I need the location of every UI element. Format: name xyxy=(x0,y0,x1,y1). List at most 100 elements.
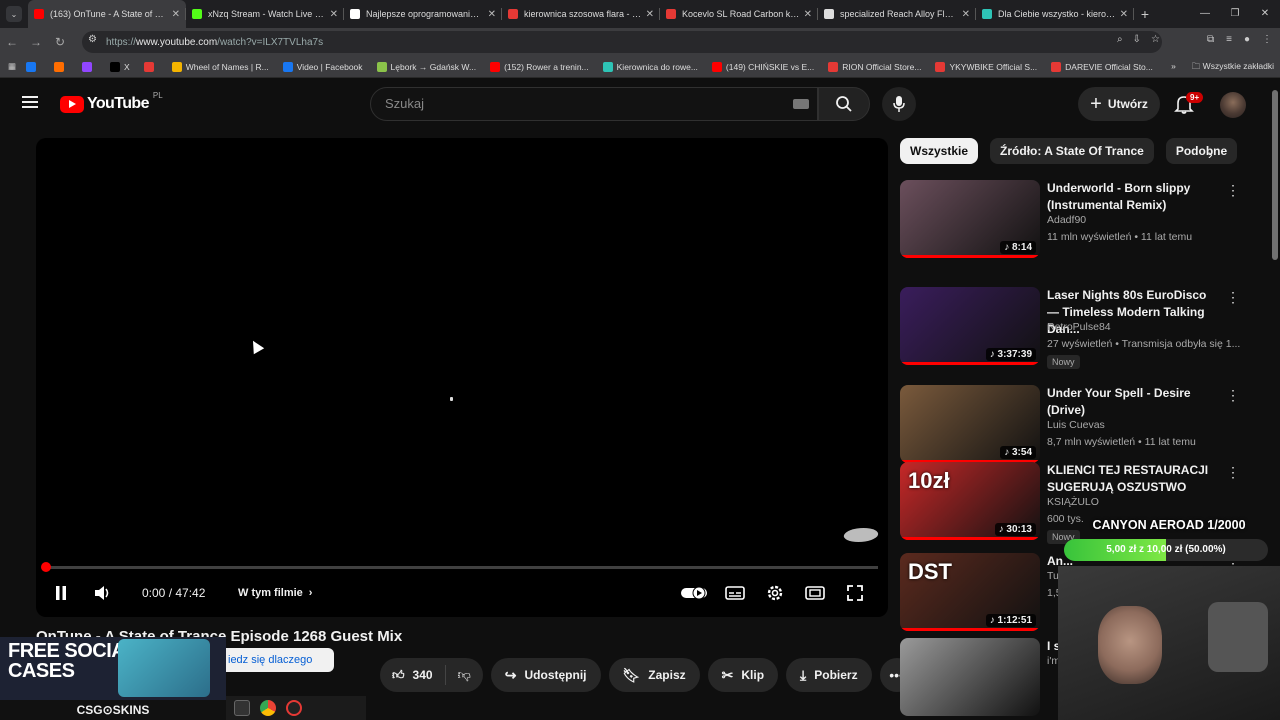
video-thumbnail[interactable]: DST ♪ 1:12:51 xyxy=(900,553,1040,631)
video-player[interactable]: 0:00 / 47:42 W tym filmie › xyxy=(36,138,888,617)
progress-scrubber[interactable] xyxy=(41,562,51,572)
clip-button[interactable]: ✂ Klip xyxy=(707,658,779,692)
tab-close-icon[interactable]: ✕ xyxy=(1120,9,1128,20)
minimize-icon[interactable]: — xyxy=(1190,0,1220,28)
search-input[interactable]: Szukaj xyxy=(370,87,818,121)
vertical-ellipsis-icon[interactable]: ⋮ xyxy=(1226,182,1240,199)
browser-tab[interactable]: Kocevlo SL Road Carbon kierow ✕ xyxy=(660,0,818,28)
browser-tab[interactable]: Najlepsze oprogramowanie do ✕ xyxy=(344,0,502,28)
ad-banner[interactable]: FREE SOCIAL CASES CSG⊙SKINS xyxy=(0,637,226,720)
video-thumbnail[interactable]: ♪ 8:14 xyxy=(900,180,1040,258)
tab-close-icon[interactable]: ✕ xyxy=(172,9,180,20)
obs-icon[interactable] xyxy=(286,700,302,716)
video-thumbnail[interactable]: 10zł ♪ 30:13 xyxy=(900,462,1040,540)
recommended-video[interactable]: ♪ 8:14 Underworld - Born slippy (Instrume… xyxy=(900,180,1260,260)
save-button[interactable]: 🔖︎ Zapisz xyxy=(608,658,700,692)
browser-menu-icon[interactable]: ⋮ xyxy=(1262,34,1272,45)
close-window-icon[interactable]: ✕ xyxy=(1250,0,1280,28)
bookmark-item[interactable]: DAREVIE Official Sto... xyxy=(1051,61,1153,72)
tab-close-icon[interactable]: ✕ xyxy=(804,9,812,20)
create-button[interactable]: + Utwórz xyxy=(1078,87,1160,121)
bookmark-item[interactable]: (149) CHIŃSKIE vs E... xyxy=(711,61,814,72)
theater-mode-button[interactable] xyxy=(804,578,826,608)
video-thumbnail[interactable]: ♪ 3:54 xyxy=(900,385,1040,463)
bookmark-item[interactable] xyxy=(82,61,96,72)
bookmark-star-icon[interactable]: ☆ xyxy=(1151,34,1160,45)
vertical-ellipsis-icon[interactable]: ⋮ xyxy=(1226,387,1240,404)
browser-tab[interactable]: xNzq Stream - Watch Live on K ✕ xyxy=(186,0,344,28)
filter-chip[interactable]: Wszystkie xyxy=(900,138,979,164)
browser-tab[interactable]: kierownica szosowa flara - Kup ✕ xyxy=(502,0,660,28)
page-scrollbar[interactable] xyxy=(1272,90,1278,260)
keyboard-icon[interactable] xyxy=(793,99,809,109)
bookmark-item[interactable]: (152) Rower a trenin... xyxy=(490,61,589,72)
video-thumbnail[interactable]: ♪ 3:37:39 xyxy=(900,287,1040,365)
filter-chip[interactable]: Źródło: A State Of Trance xyxy=(990,138,1154,164)
like-button[interactable]: 👍︎ 340 xyxy=(380,665,446,685)
pause-button[interactable] xyxy=(50,578,72,608)
bookmark-item[interactable]: RION Official Store... xyxy=(828,61,921,72)
autoplay-toggle[interactable] xyxy=(680,578,708,608)
bookmark-item[interactable]: Video | Facebook xyxy=(282,61,363,72)
dislike-button[interactable]: 👎︎ xyxy=(446,667,483,683)
recommended-video[interactable]: ♪ 3:37:39 Laser Nights 80s EuroDisco — Ti… xyxy=(900,287,1260,369)
chapters-button[interactable]: W tym filmie › xyxy=(238,578,312,608)
browser-tab[interactable]: Dla Ciebie wszystko - kierownic ✕ xyxy=(976,0,1134,28)
forward-icon[interactable]: → xyxy=(24,35,48,49)
site-info-icon[interactable]: ⚙ xyxy=(88,34,97,45)
bookmark-item[interactable] xyxy=(26,61,40,72)
terminal-icon[interactable] xyxy=(234,700,250,716)
tab-search-button[interactable]: ⌄ xyxy=(6,6,22,22)
subtitles-button[interactable] xyxy=(724,578,746,608)
bookmark-item[interactable] xyxy=(54,61,68,72)
voice-search-button[interactable] xyxy=(882,87,916,121)
share-button[interactable]: ↪ Udostępnij xyxy=(490,658,601,692)
zoom-icon[interactable]: ⌕ xyxy=(1117,34,1123,45)
restore-icon[interactable]: ❐ xyxy=(1220,0,1250,28)
fullscreen-button[interactable] xyxy=(844,578,866,608)
media-control-icon[interactable]: ≡ xyxy=(1226,34,1232,45)
settings-button[interactable] xyxy=(764,578,786,608)
why-this-ad-link[interactable]: iedz się dlaczego xyxy=(226,648,334,672)
back-icon[interactable]: ← xyxy=(0,35,24,49)
extensions-icon[interactable]: ⧉ xyxy=(1207,34,1214,45)
tab-close-icon[interactable]: ✕ xyxy=(962,9,970,20)
download-button[interactable]: ⤓ Pobierz xyxy=(786,658,872,692)
tab-close-icon[interactable]: ✕ xyxy=(488,9,496,20)
new-tab-button[interactable]: + xyxy=(1134,6,1156,22)
recommended-video[interactable]: ♪ 3:54 Under Your Spell - Desire (Drive) L… xyxy=(900,385,1260,465)
filter-chip[interactable]: Podobne xyxy=(1165,138,1238,164)
progress-bar[interactable] xyxy=(46,566,878,569)
channel-name[interactable]: RetroPulse84 xyxy=(1047,321,1111,333)
video-title[interactable]: Under Your Spell - Desire (Drive) xyxy=(1047,385,1217,419)
vertical-ellipsis-icon[interactable]: ⋮ xyxy=(1226,289,1240,306)
channel-watermark-icon[interactable] xyxy=(841,528,881,542)
video-title[interactable]: Underworld - Born slippy (Instrumental R… xyxy=(1047,180,1217,214)
all-bookmarks-folder[interactable]: 🗀 Wszystkie zakładki xyxy=(1192,61,1274,75)
channel-name[interactable]: Luis Cuevas xyxy=(1047,419,1105,431)
profile-icon[interactable]: ● xyxy=(1244,34,1250,45)
channel-name[interactable]: KSIĄŻULO xyxy=(1047,496,1099,508)
bookmark-item[interactable]: X xyxy=(110,61,130,72)
volume-button[interactable] xyxy=(92,578,114,608)
bookmark-item[interactable]: Wheel of Names | R... xyxy=(171,61,269,72)
guide-menu-icon[interactable] xyxy=(22,96,38,108)
video-title[interactable]: KLIENCI TEJ RESTAURACJI SUGERUJĄ OSZUSTW… xyxy=(1047,462,1217,496)
account-avatar[interactable] xyxy=(1220,92,1246,118)
browser-tab[interactable]: specialized Reach Alloy Flare - ✕ xyxy=(818,0,976,28)
bookmarks-more-button[interactable]: » xyxy=(1171,61,1176,75)
tab-close-icon[interactable]: ✕ xyxy=(330,9,338,20)
tab-close-icon[interactable]: ✕ xyxy=(646,9,654,20)
browser-tab[interactable]: (163) OnTune - A State of Tranc ✕ xyxy=(28,0,186,28)
reload-icon[interactable]: ↻ xyxy=(48,35,72,49)
apps-grid-icon[interactable]: ▦ xyxy=(8,61,16,72)
youtube-logo[interactable]: YouTube PL xyxy=(60,91,163,113)
bookmark-item[interactable]: YKYWBIKE Official S... xyxy=(935,61,1037,72)
chrome-icon[interactable] xyxy=(260,700,276,716)
video-thumbnail[interactable] xyxy=(900,638,1040,716)
url-field[interactable]: ⚙ https://www.youtube.com/watch?v=ILX7TV… xyxy=(82,31,1162,53)
channel-name[interactable]: Adadf90 xyxy=(1047,214,1086,226)
search-button[interactable] xyxy=(818,87,870,121)
bookmark-item[interactable]: Kierownica do rowe... xyxy=(602,61,698,72)
install-app-icon[interactable]: ⇩ xyxy=(1133,34,1141,45)
